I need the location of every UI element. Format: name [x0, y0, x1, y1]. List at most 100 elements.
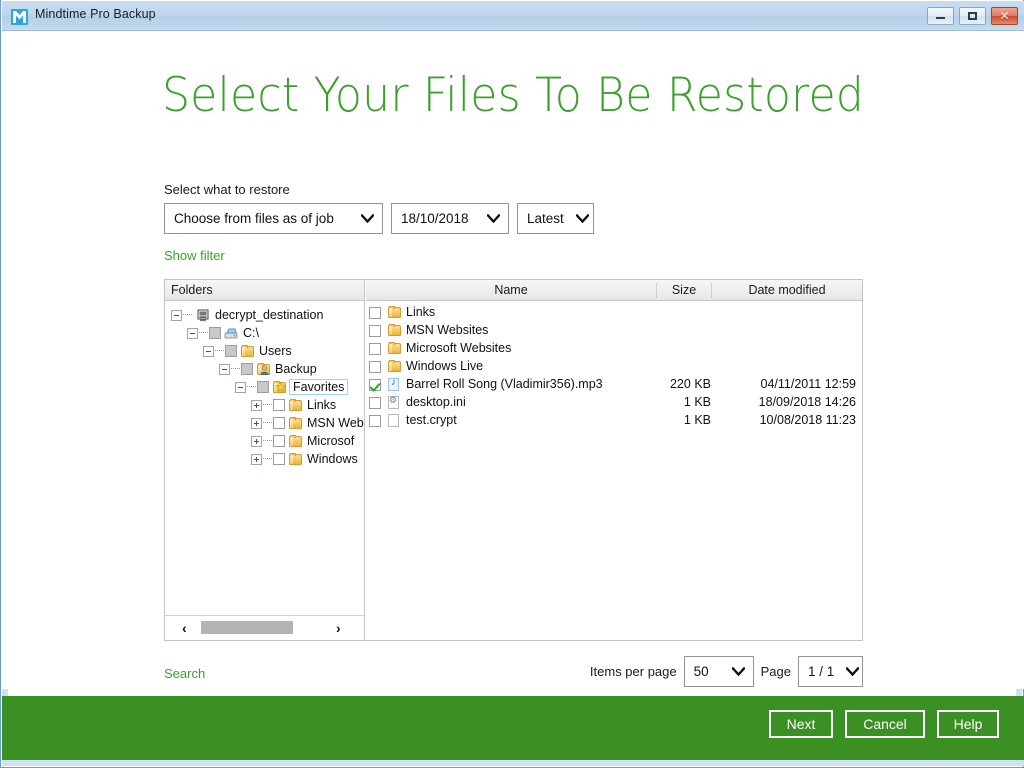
tree-node-label: Microsof: [307, 434, 355, 448]
tree-connector: [215, 350, 224, 352]
job-version-value: Latest: [527, 211, 564, 226]
tree-node-checkbox[interactable]: [273, 399, 285, 411]
tree-connector: [247, 386, 256, 388]
tree-connector: [231, 368, 240, 370]
collapse-icon[interactable]: [203, 345, 214, 357]
title-bar: Mindtime Pro Backup ✕: [2, 1, 1024, 31]
footer-bar: Next Cancel Help: [2, 696, 1024, 761]
window-title: Mindtime Pro Backup: [35, 7, 156, 21]
size-column-header[interactable]: Size: [657, 283, 711, 297]
job-source-select[interactable]: Choose from files as of job: [164, 203, 383, 234]
collapse-icon[interactable]: [171, 309, 182, 321]
tree-node[interactable]: decrypt_destination: [171, 306, 323, 324]
tree-horizontal-scrollbar[interactable]: ‹ ›: [165, 615, 364, 640]
file-name: desktop.ini: [406, 395, 466, 409]
file-list-row[interactable]: test.crypt 1 KB 10/08/2018 11:23: [366, 412, 862, 430]
file-size: 1 KB: [683, 413, 711, 427]
file-checkbox[interactable]: [369, 325, 381, 337]
minimize-button[interactable]: [927, 7, 954, 25]
file-list-row[interactable]: Barrel Roll Song (Vladimir356).mp3 220 KB…: [366, 376, 862, 394]
cancel-button[interactable]: Cancel: [845, 710, 925, 738]
file-checkbox[interactable]: [369, 397, 381, 409]
page-value: 1 / 1: [808, 664, 835, 679]
name-column-header[interactable]: Name: [366, 283, 656, 297]
tree-node-label: Backup: [275, 362, 317, 376]
page-select[interactable]: 1 / 1: [798, 656, 863, 687]
tree-node-checkbox[interactable]: [273, 417, 285, 429]
generic-file-icon: [387, 414, 401, 428]
tree-node-checkbox[interactable]: [273, 435, 285, 447]
tree-node[interactable]: Windows: [251, 450, 358, 468]
tree-node[interactable]: Favorites: [235, 378, 349, 396]
file-checkbox[interactable]: [369, 415, 381, 427]
folder-tree-body[interactable]: decrypt_destination C:\ Users Backup Favorit…: [165, 301, 364, 617]
file-date-modified: 04/11/2011 12:59: [760, 377, 856, 391]
file-checkbox[interactable]: [369, 343, 381, 355]
close-button[interactable]: ✕: [991, 7, 1018, 25]
file-name: Windows Live: [406, 359, 484, 373]
collapse-icon[interactable]: [219, 363, 230, 375]
items-per-page-value: 50: [693, 664, 709, 679]
file-checkbox[interactable]: [369, 379, 381, 391]
show-filter-link[interactable]: Show filter: [164, 248, 225, 263]
help-button[interactable]: Help: [937, 710, 999, 738]
tree-node[interactable]: Users: [203, 342, 292, 360]
page-label: Page: [760, 664, 791, 679]
expand-icon[interactable]: [251, 435, 262, 447]
file-list-row[interactable]: Windows Live: [366, 358, 862, 376]
folder-icon: [288, 398, 302, 412]
restore-selectors: Choose from files as of job 18/10/2018 L…: [164, 203, 594, 234]
chevron-down-icon: [731, 667, 745, 676]
page-title: Select Your Files To Be Restored: [161, 68, 865, 123]
scroll-left-icon[interactable]: ‹: [182, 620, 187, 636]
items-per-page-select[interactable]: 50: [683, 656, 754, 687]
tree-node[interactable]: C:\: [187, 324, 259, 342]
maximize-button[interactable]: [959, 7, 986, 25]
scrollbar-thumb[interactable]: [201, 621, 293, 634]
tree-node-label: MSN Web: [307, 416, 364, 430]
file-checkbox[interactable]: [369, 361, 381, 373]
scroll-right-icon[interactable]: ›: [336, 620, 341, 636]
date-column-header[interactable]: Date modified: [712, 283, 862, 297]
tree-node[interactable]: Microsof: [251, 432, 354, 450]
tree-node-checkbox[interactable]: [257, 381, 269, 393]
footer-buttons: Next Cancel Help: [769, 710, 999, 738]
ini-file-icon: [387, 395, 401, 410]
job-date-select[interactable]: 18/10/2018: [391, 203, 509, 234]
tree-node[interactable]: Links: [251, 396, 336, 414]
file-name: Barrel Roll Song (Vladimir356).mp3: [406, 377, 603, 391]
tree-node[interactable]: MSN Web: [251, 414, 364, 432]
items-per-page-label: Items per page: [589, 664, 677, 679]
file-list-row[interactable]: desktop.ini 1 KB 18/09/2018 14:26: [366, 394, 862, 412]
chevron-down-icon: [575, 214, 589, 223]
tree-node[interactable]: Backup: [219, 360, 317, 378]
expand-icon[interactable]: [251, 399, 262, 411]
mindtime-logo-icon: [11, 9, 28, 25]
search-link[interactable]: Search: [164, 666, 205, 681]
tree-node-checkbox[interactable]: [209, 327, 221, 339]
file-date-modified: 18/09/2018 14:26: [758, 395, 856, 409]
file-list-row[interactable]: Microsoft Websites: [366, 340, 862, 358]
close-icon: ✕: [999, 9, 1010, 23]
file-list-pane: Name Size Date modified Links MSN Website…: [366, 280, 862, 640]
tree-node-label: C:\: [243, 326, 259, 340]
tree-connector: [263, 458, 272, 460]
tree-node-checkbox[interactable]: [225, 345, 237, 357]
job-version-select[interactable]: Latest: [517, 203, 594, 234]
file-checkbox[interactable]: [369, 307, 381, 319]
file-list-body[interactable]: Links MSN Websites Microsoft Websites Windo…: [366, 301, 862, 640]
collapse-icon[interactable]: [235, 381, 246, 393]
expand-icon[interactable]: [251, 453, 262, 465]
tree-node-label: decrypt_destination: [215, 308, 324, 322]
file-list-row[interactable]: Links: [366, 304, 862, 322]
tree-connector: [263, 422, 272, 424]
expand-icon[interactable]: [251, 417, 262, 429]
tree-node-checkbox[interactable]: [241, 363, 253, 375]
collapse-icon[interactable]: [187, 327, 198, 339]
tree-node-checkbox[interactable]: [273, 453, 285, 465]
tree-node-label: Links: [307, 398, 337, 412]
next-button[interactable]: Next: [769, 710, 833, 738]
file-list-row[interactable]: MSN Websites: [366, 322, 862, 340]
file-size: 220 KB: [669, 377, 711, 391]
file-name: test.crypt: [406, 413, 457, 427]
